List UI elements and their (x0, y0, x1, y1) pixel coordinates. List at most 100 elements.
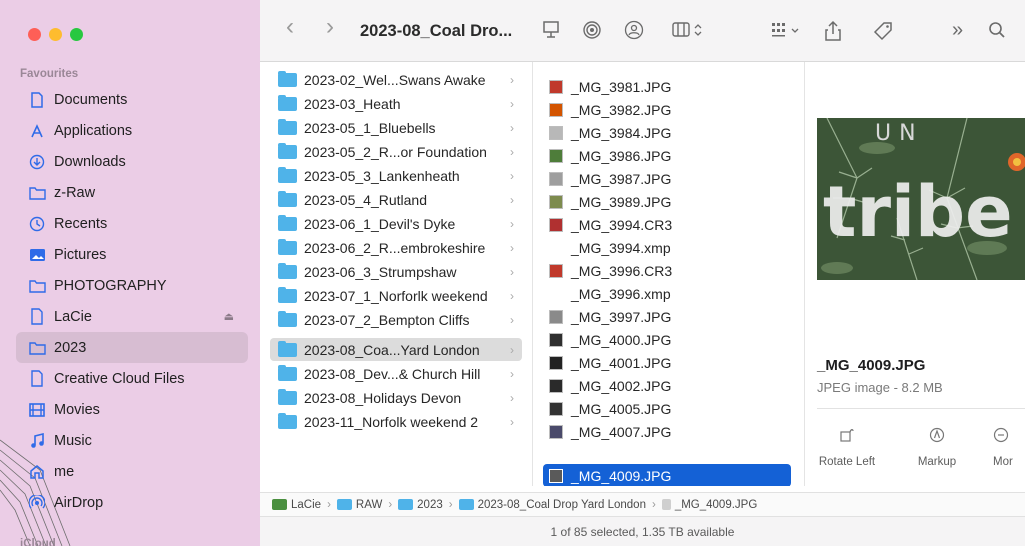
window-title: 2023-08_Coal Dro... (360, 22, 513, 40)
folder-row[interactable]: 2023-05_4_Rutland › (270, 188, 522, 211)
folder-icon (336, 498, 352, 510)
folder-row[interactable]: 2023-07_2_Bempton Cliffs › (270, 308, 522, 331)
sidebar-item-creative-cloud-files[interactable]: Creative Cloud Files (16, 363, 248, 394)
folder-name: 2023-05_3_Lankenheath (304, 167, 460, 184)
zoom-button[interactable] (70, 28, 83, 41)
search-icon[interactable] (988, 20, 1006, 45)
sidebar-item-music[interactable]: Music (16, 425, 248, 456)
folder-row[interactable]: 2023-05_2_R...or Foundation › (270, 140, 522, 163)
sidebar-item-airdrop[interactable]: AirDrop (16, 487, 248, 518)
preview-column: UN tribe _MG_4009.JPG JPEG image - 8.2 M… (804, 62, 1025, 486)
share-users-icon[interactable] (624, 20, 644, 45)
group-icon[interactable] (770, 20, 804, 45)
folder-row[interactable]: 2023-08_Dev...& Church Hill › (270, 362, 522, 385)
file-row[interactable]: _MG_3994.CR3 (543, 213, 791, 236)
path-item-file[interactable]: _MG_4009.JPG (661, 499, 757, 511)
sidebar-item-downloads[interactable]: Downloads (16, 146, 248, 177)
sidebar-item-me[interactable]: me (16, 456, 248, 487)
file-row[interactable]: _MG_4001.JPG (543, 351, 791, 374)
chevron-right-icon: › (510, 390, 514, 405)
sidebar-item-photography[interactable]: PHOTOGRAPHY (16, 270, 248, 301)
path-separator: › (388, 498, 393, 511)
raw-file-icon (549, 263, 563, 278)
markup-button[interactable]: Markup (897, 427, 977, 468)
drive-icon (26, 308, 48, 325)
file-row[interactable]: _MG_4005.JPG (543, 397, 791, 420)
sidebar-item-z-raw[interactable]: z-Raw (16, 177, 248, 208)
path-item-folder[interactable]: 2023-08_Coal Drop Yard London (458, 499, 646, 511)
more-button[interactable]: Mor (981, 427, 1025, 468)
file-row[interactable]: _MG_3989.JPG (543, 190, 791, 213)
file-row[interactable]: _MG_3982.JPG (543, 98, 791, 121)
files-column[interactable]: _MG_3981.JPG _MG_3982.JPG _MG_3984.JPG _… (532, 62, 804, 486)
file-row[interactable]: _MG_3996.CR3 (543, 259, 791, 282)
thumbnail-icon (549, 309, 563, 324)
thumbnail-icon (549, 332, 563, 347)
file-row[interactable]: _MG_4002.JPG (543, 374, 791, 397)
rotate-left-button[interactable]: Rotate Left (807, 427, 887, 468)
close-button[interactable] (28, 28, 41, 41)
sidebar-item-pictures[interactable]: Pictures (16, 239, 248, 270)
chevron-right-icon: › (510, 192, 514, 207)
monitor-icon[interactable] (542, 20, 560, 45)
folder-row[interactable]: 2023-03_Heath › (270, 92, 522, 115)
file-row[interactable]: _MG_3994.xmp (543, 236, 791, 259)
back-button[interactable]: ‹ (286, 15, 294, 39)
chevron-right-icon: › (510, 72, 514, 87)
sidebar-item-applications[interactable]: Applications (16, 115, 248, 146)
eject-icon[interactable]: ⏏ (224, 310, 234, 323)
file-row[interactable]: _MG_3984.JPG (543, 121, 791, 144)
folder-row[interactable]: 2023-02_Wel...Swans Awake › (270, 68, 522, 91)
path-item-lacie[interactable]: LaCie (272, 499, 321, 511)
folders-column[interactable]: 2023-02_Wel...Swans Awake › 2023-03_Heath… (270, 62, 532, 486)
sidebar-item-lacie[interactable]: LaCie ⏏ (16, 301, 248, 332)
file-row[interactable]: _MG_3997.JPG (543, 305, 791, 328)
folder-row[interactable]: 2023-08_Holidays Devon › (270, 386, 522, 409)
folder-icon (278, 166, 297, 183)
column-view-icon[interactable] (672, 20, 706, 45)
more-toolbar-button[interactable]: » (952, 19, 963, 41)
home-icon (26, 464, 48, 479)
file-name: _MG_3994.xmp (571, 239, 671, 256)
folder-row[interactable]: 2023-07_1_Norforlk weekend › (270, 284, 522, 307)
sidebar-item-movies[interactable]: Movies (16, 394, 248, 425)
folder-icon (278, 118, 297, 135)
action-label: Rotate Left (818, 456, 876, 468)
file-name: _MG_4001.JPG (571, 354, 672, 371)
file-row[interactable]: _MG_4000.JPG (543, 328, 791, 351)
file-row[interactable]: _MG_3996.xmp (543, 282, 791, 305)
folder-row[interactable]: 2023-06_1_Devil's Dyke › (270, 212, 522, 235)
folder-row[interactable]: 2023-06_3_Strumpshaw › (270, 260, 522, 283)
path-item-raw[interactable]: RAW (336, 498, 382, 511)
folder-row[interactable]: 2023-11_Norfolk weekend 2 › (270, 410, 522, 433)
file-row-selected[interactable]: _MG_4009.JPG (543, 464, 791, 486)
folder-row[interactable]: 2023-05_1_Bluebells › (270, 116, 522, 139)
sidebar-item-2023[interactable]: 2023 (16, 332, 248, 363)
airdrop-icon[interactable] (582, 20, 602, 45)
film-icon (26, 402, 48, 417)
chevron-right-icon: › (510, 414, 514, 429)
folder-name: 2023-03_Heath (304, 95, 401, 112)
folder-row-selected[interactable]: 2023-08_Coa...Yard London › (270, 338, 522, 361)
forward-button[interactable]: › (326, 15, 334, 39)
file-name: _MG_3987.JPG (571, 170, 672, 187)
folder-row[interactable]: 2023-06_2_R...embrokeshire › (270, 236, 522, 259)
folder-icon (278, 412, 297, 429)
chevron-right-icon: › (510, 240, 514, 255)
sidebar-item-recents[interactable]: Recents (16, 208, 248, 239)
file-row[interactable]: _MG_3986.JPG (543, 144, 791, 167)
minimize-button[interactable] (49, 28, 62, 41)
share-icon[interactable] (824, 20, 842, 47)
tag-icon[interactable] (872, 20, 894, 47)
path-item-2023[interactable]: 2023 (398, 499, 443, 511)
preview-image[interactable]: UN tribe (817, 118, 1025, 280)
folder-row[interactable]: 2023-05_3_Lankenheath › (270, 164, 522, 187)
folder-name: 2023-07_2_Bempton Cliffs (304, 311, 470, 328)
sidebar-item-documents[interactable]: Documents (16, 84, 248, 115)
file-row[interactable]: _MG_3981.JPG (543, 75, 791, 98)
markup-icon (897, 427, 977, 447)
file-row[interactable]: _MG_3987.JPG (543, 167, 791, 190)
preview-filename: _MG_4009.JPG (817, 357, 926, 374)
path-label: 2023 (417, 498, 443, 511)
file-row[interactable]: _MG_4007.JPG (543, 420, 791, 443)
